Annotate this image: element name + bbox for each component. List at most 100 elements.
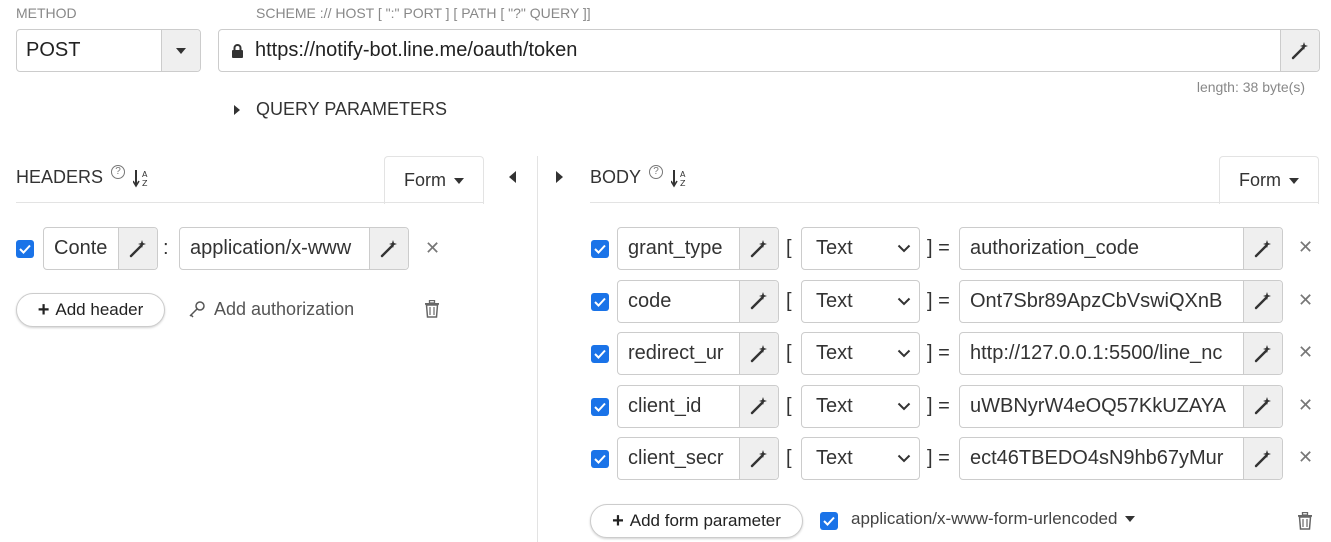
body-row-checkbox[interactable] [591, 292, 609, 311]
collapse-left-button[interactable] [509, 171, 516, 183]
headers-mode-label: Form [404, 170, 446, 190]
expand-right-button[interactable] [556, 171, 579, 183]
remove-body-param-button[interactable]: ✕ [1298, 237, 1313, 258]
body-param-name-field[interactable]: redirect_ur [617, 332, 779, 375]
body-param-name-field[interactable]: client_id [617, 384, 779, 428]
header-value-magic-wand-button[interactable] [369, 228, 408, 269]
header-value-field[interactable]: application/x-www [179, 227, 409, 270]
url-field[interactable]: https://notify-bot.line.me/oauth/token [218, 29, 1320, 72]
body-param-name-magic-wand-button[interactable] [739, 333, 778, 374]
header-name-magic-wand-button[interactable] [118, 228, 157, 269]
chevron-right-icon [556, 171, 563, 183]
magic-wand-icon [1254, 239, 1271, 257]
magic-wand-icon [1254, 449, 1271, 467]
body-param-name-magic-wand-button[interactable] [739, 385, 778, 427]
body-param-name-field[interactable]: grant_type [617, 227, 779, 270]
body-param-value-value[interactable]: http://127.0.0.1:5500/line_nc [960, 333, 1243, 374]
body-row-checkbox[interactable] [591, 240, 609, 258]
magic-wand-icon [380, 239, 397, 257]
body-param-value-magic-wand-button[interactable] [1243, 333, 1282, 374]
remove-body-param-button[interactable]: ✕ [1298, 290, 1313, 311]
body-mode-label: Form [1239, 170, 1281, 190]
add-form-parameter-button[interactable]: + Add form parameter [590, 504, 803, 538]
headers-mode-dropdown[interactable]: Form [384, 156, 484, 204]
body-param-type-value: Text [816, 237, 853, 259]
remove-header-button[interactable]: ✕ [425, 238, 440, 259]
body-param-type-value: Text [816, 447, 853, 469]
body-param-name-value[interactable]: client_secr [618, 438, 739, 479]
help-icon[interactable]: ? [111, 164, 126, 179]
chevron-down-icon [897, 297, 911, 305]
body-param-name-field[interactable]: client_secr [617, 437, 779, 480]
url-value[interactable]: https://notify-bot.line.me/oauth/token [255, 39, 577, 62]
body-param-value-field[interactable]: authorization_code [959, 227, 1283, 270]
query-parameters-toggle[interactable]: QUERY PARAMETERS [234, 99, 447, 120]
body-row-checkbox[interactable] [591, 345, 609, 363]
open-bracket: [ [786, 342, 792, 364]
close-icon: ✕ [425, 238, 441, 258]
body-param-name-field[interactable]: code [617, 279, 779, 323]
remove-body-param-button[interactable]: ✕ [1298, 395, 1313, 416]
body-param-type-select[interactable]: Text [801, 279, 920, 323]
body-param-type-value: Text [816, 342, 853, 364]
url-length: length: 38 byte(s) [1196, 79, 1305, 95]
remove-body-param-button[interactable]: ✕ [1298, 342, 1313, 363]
body-param-value-value[interactable]: Ont7Sbr89ApzCbVswiQXnB [960, 281, 1243, 322]
header-row-checkbox[interactable] [16, 240, 34, 258]
remove-body-param-button[interactable]: ✕ [1298, 447, 1313, 468]
open-bracket: [ [786, 394, 792, 417]
body-param-name-magic-wand-button[interactable] [739, 280, 778, 322]
method-dropdown-button[interactable] [161, 30, 200, 71]
body-param-name-value[interactable]: redirect_ur [618, 333, 739, 374]
svg-text:A: A [142, 170, 148, 179]
sort-alpha-icon[interactable]: A Z [671, 168, 689, 188]
body-param-value-field[interactable]: Ont7Sbr89ApzCbVswiQXnB [959, 279, 1283, 323]
body-param-value-field[interactable]: ect46TBEDO4sN9hb67yMur [959, 437, 1283, 480]
body-param-name-value[interactable]: client_id [618, 386, 739, 427]
body-param-type-select[interactable]: Text [801, 437, 920, 480]
body-param-value-field[interactable]: uWBNyrW4eOQ57KkUZAYA [959, 384, 1283, 428]
header-value-value[interactable]: application/x-www [180, 228, 369, 269]
body-param-type-select[interactable]: Text [801, 384, 920, 428]
body-param-type-select[interactable]: Text [801, 227, 920, 270]
body-row-checkbox[interactable] [591, 450, 609, 468]
headers-title: HEADERS ? A Z [16, 164, 151, 188]
body-param-name-value[interactable]: grant_type [618, 228, 739, 269]
add-header-button[interactable]: + Add header [16, 293, 165, 327]
body-mode-dropdown[interactable]: Form [1219, 156, 1319, 204]
body-param-value-value[interactable]: ect46TBEDO4sN9hb67yMur [960, 438, 1243, 479]
help-icon[interactable]: ? [649, 164, 664, 179]
open-bracket: [ [786, 447, 792, 469]
body-param-name-value[interactable]: code [618, 281, 739, 322]
body-param-value-magic-wand-button[interactable] [1243, 385, 1282, 427]
encoding-checkbox[interactable] [820, 512, 838, 530]
body-row-checkbox[interactable] [591, 397, 609, 416]
add-authorization-button[interactable]: Add authorization [188, 299, 354, 320]
check-icon [823, 516, 835, 526]
body-param-value-magic-wand-button[interactable] [1243, 280, 1282, 322]
chevron-down-icon [897, 402, 911, 410]
body-param-value-value[interactable]: authorization_code [960, 228, 1243, 269]
method-value: POST [26, 39, 81, 61]
body-param-name-magic-wand-button[interactable] [739, 228, 778, 269]
close-icon: ✕ [1298, 289, 1314, 310]
body-param-value-field[interactable]: http://127.0.0.1:5500/line_nc [959, 332, 1283, 375]
delete-headers-button[interactable] [424, 299, 440, 323]
sort-alpha-icon[interactable]: A Z [133, 168, 151, 188]
delete-body-button[interactable] [1297, 511, 1313, 535]
header-name-field[interactable]: Conte [43, 227, 158, 270]
close-icon: ✕ [1298, 342, 1314, 362]
body-param-value-magic-wand-button[interactable] [1243, 438, 1282, 479]
body-param-value-value[interactable]: uWBNyrW4eOQ57KkUZAYA [960, 386, 1243, 427]
body-param-type-select[interactable]: Text [801, 332, 920, 375]
magic-wand-icon [750, 239, 767, 257]
magic-wand-icon [750, 449, 767, 467]
body-param-value-magic-wand-button[interactable] [1243, 228, 1282, 269]
url-magic-wand-button[interactable] [1280, 30, 1319, 71]
check-icon [594, 244, 606, 254]
chevron-down-icon [897, 454, 911, 463]
encoding-dropdown[interactable]: application/x-www-form-urlencoded [851, 509, 1136, 529]
method-select[interactable]: POST [16, 29, 201, 72]
body-param-name-magic-wand-button[interactable] [739, 438, 778, 479]
header-name-value[interactable]: Conte [44, 228, 118, 269]
